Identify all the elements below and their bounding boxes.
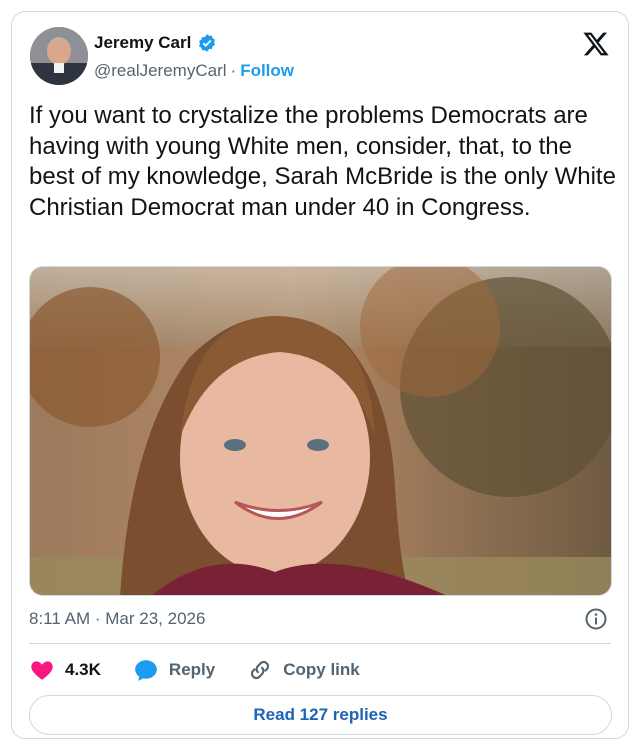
copy-link-button[interactable]: Copy link (247, 657, 360, 683)
link-icon (251, 660, 270, 680)
tweet-timestamp[interactable]: 8:11 AM · Mar 23, 2026 (29, 609, 205, 629)
tweet-photo[interactable] (29, 266, 612, 596)
verified-badge-icon (199, 34, 216, 52)
divider (29, 643, 611, 644)
author-name[interactable]: Jeremy Carl (94, 33, 191, 53)
tweet-date: Mar 23, 2026 (105, 609, 206, 628)
like-button[interactable]: 4.3K (29, 657, 101, 683)
reply-button[interactable]: Reply (133, 657, 215, 683)
tweet-text: If you want to crystalize the problems D… (29, 102, 616, 221)
follow-button[interactable]: Follow (240, 61, 294, 81)
reply-label: Reply (168, 660, 216, 679)
tweet-time: 8:11 AM (29, 609, 91, 628)
info-icon[interactable] (584, 607, 608, 631)
heart-icon (31, 661, 53, 680)
x-logo-icon[interactable] (582, 30, 610, 58)
handle-separator: · (230, 61, 237, 80)
read-replies-button[interactable]: Read 127 replies (29, 695, 612, 735)
reply-bubble-icon (135, 660, 157, 681)
like-count: 4.3K (65, 660, 101, 679)
author-avatar[interactable] (30, 27, 88, 85)
tweet-card: Jeremy Carl @realJeremyCarl · Follow If … (11, 11, 629, 739)
copy-link-label: Copy link (283, 660, 360, 679)
author-handle[interactable]: @realJeremyCarl (94, 61, 227, 81)
meta-separator: · (94, 609, 101, 628)
